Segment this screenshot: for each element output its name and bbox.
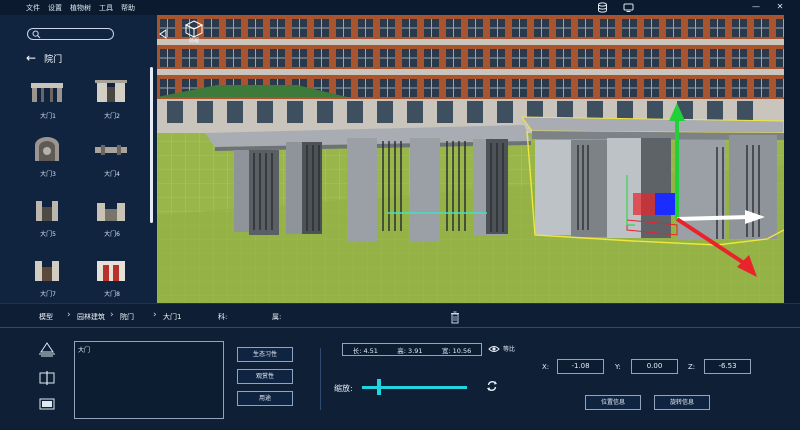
proportional-label: 等比 [503, 346, 516, 353]
gate-thumbnail [97, 203, 125, 221]
split-view-icon[interactable] [38, 370, 56, 386]
gate-item-3[interactable]: 大门3 [18, 135, 78, 185]
terrain-icon[interactable] [38, 341, 56, 357]
gate-label: 大门8 [104, 291, 120, 298]
menu-plants[interactable]: 植物树 [70, 3, 91, 13]
gate-item-6[interactable]: 大门6 [82, 195, 142, 245]
x-label: X: [542, 363, 550, 371]
gate-thumbnail [35, 137, 59, 161]
usage-button[interactable]: 用途 [237, 391, 293, 406]
back-arrow-icon[interactable]: ← [26, 51, 36, 65]
gate-thumbnail [31, 83, 63, 102]
minimize-icon[interactable]: — [750, 2, 762, 12]
scale-label: 缩放: [334, 384, 353, 393]
viewport-right-edge [784, 15, 800, 303]
gate-thumbnail [95, 80, 127, 102]
frame-icon[interactable] [38, 396, 56, 412]
menu-settings[interactable]: 设置 [48, 3, 62, 13]
z-coordinate-input[interactable]: -6.53 [704, 359, 751, 374]
menubar: 文件 设置 植物树 工具 帮助 [0, 0, 800, 15]
database-icon[interactable] [597, 2, 608, 13]
proportional-toggle[interactable]: 等比 [488, 344, 515, 353]
gate-thumbnail [35, 261, 59, 281]
trash-icon[interactable] [450, 309, 460, 324]
collapse-panel-icon[interactable] [159, 29, 167, 39]
family-label: 科: [218, 313, 228, 321]
menu-help[interactable]: 帮助 [121, 3, 135, 13]
crumb-gate-1[interactable]: 大门1 [163, 312, 181, 322]
properties-panel: 大门 生态习性 观赏性 用途 长: 4.51 高: 3.91 宽: 10.56 … [0, 328, 800, 430]
gate-item-1[interactable]: 大门1 [18, 77, 78, 127]
refresh-icon[interactable] [486, 380, 498, 392]
genus-label: 属: [272, 313, 282, 321]
crumb-model[interactable]: 模型 [39, 312, 53, 322]
gate-thumbnail [97, 261, 125, 281]
position-info-button[interactable]: 位置信息 [585, 395, 641, 410]
gate-label: 大门5 [40, 231, 56, 238]
view-cube-icon[interactable]: 前视 [184, 19, 204, 47]
crumb-yard-gate[interactable]: 院门 [120, 312, 134, 322]
description-textarea[interactable]: 大门 [74, 341, 224, 419]
app-window: 文件 设置 植物树 工具 帮助 — ✕ ← 院门 大门1 大门2 大门3 大门4… [0, 0, 800, 430]
gate-item-5[interactable]: 大门5 [18, 195, 78, 245]
y-coordinate-input[interactable]: 0.00 [631, 359, 678, 374]
scale-slider-thumb[interactable] [376, 379, 381, 395]
width-value: 宽: 10.56 [441, 346, 472, 355]
divider [320, 348, 321, 410]
gate-item-4[interactable]: 大门4 [82, 135, 142, 185]
chevron-right-icon: › [67, 310, 71, 320]
gate-thumbnail [95, 145, 127, 155]
description-text: 大门 [78, 347, 91, 354]
breadcrumb: 模型 › 园林建筑 › 院门 › 大门1 科: 属: [0, 303, 800, 328]
z-label: Z: [688, 363, 696, 371]
length-value: 长: 4.51 [352, 346, 378, 355]
gate-label: 大门7 [40, 291, 56, 298]
3d-viewport[interactable]: 前视 [157, 15, 784, 303]
menu-tools[interactable]: 工具 [99, 3, 113, 13]
search-input[interactable] [27, 28, 114, 40]
y-label: Y: [615, 363, 621, 371]
gate-item-2[interactable]: 大门2 [82, 77, 142, 127]
eye-icon [488, 345, 500, 352]
gate-label: 大门3 [40, 171, 56, 178]
category-title: 院门 [44, 54, 63, 65]
gate-item-7[interactable]: 大门7 [18, 255, 78, 305]
gate-label: 大门1 [40, 113, 56, 120]
gate-label: 大门6 [104, 231, 120, 238]
close-icon[interactable]: ✕ [774, 2, 786, 12]
x-coordinate-input[interactable]: -1.08 [557, 359, 604, 374]
search-icon [32, 30, 41, 39]
rotation-info-button[interactable]: 旋转信息 [654, 395, 710, 410]
gate-thumbnail [36, 201, 58, 221]
ornamental-button[interactable]: 观赏性 [237, 369, 293, 384]
category-header: ← 院门 [26, 51, 62, 65]
chevron-right-icon: › [110, 310, 114, 320]
gate-item-8[interactable]: 大门8 [82, 255, 142, 305]
chevron-right-icon: › [153, 310, 157, 320]
menu-file[interactable]: 文件 [26, 3, 40, 13]
library-scrollbar[interactable] [150, 67, 153, 223]
height-value: 高: 3.91 [397, 346, 423, 355]
ecology-button[interactable]: 生态习性 [237, 347, 293, 362]
view-cube-label: 前视 [188, 38, 199, 44]
model-library-panel: ← 院门 大门1 大门2 大门3 大门4 大门5 大门6 大门7 大门8 [0, 15, 157, 303]
gate-label: 大门4 [104, 171, 120, 178]
gate-label: 大门2 [104, 113, 120, 120]
crumb-garden-architecture[interactable]: 园林建筑 [77, 312, 105, 322]
monitor-icon[interactable] [623, 2, 634, 13]
dimensions-display: 长: 4.51 高: 3.91 宽: 10.56 [342, 343, 482, 356]
